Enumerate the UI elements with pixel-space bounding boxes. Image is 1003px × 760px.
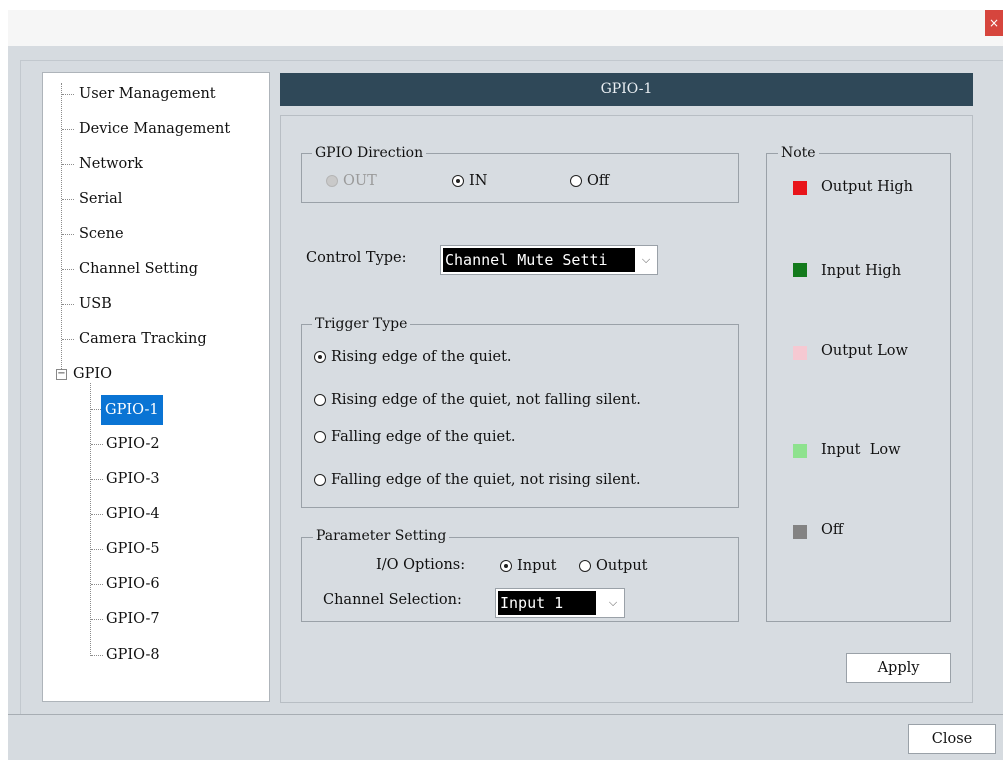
note-title: Note [778,145,819,161]
tree-connector [90,383,91,656]
output-high-swatch [793,181,807,195]
window-titlebar [8,10,1003,46]
tree-item-gpio-5[interactable]: GPIO-5 [106,538,160,560]
radio-checked-icon [500,560,512,572]
tree-item-camera-tracking[interactable]: Camera Tracking [79,328,207,350]
input-high-swatch [793,263,807,277]
tree-item-device-management[interactable]: Device Management [79,118,230,140]
io-options-label: I/O Options: [376,557,466,573]
gpio-direction-title: GPIO Direction [312,145,427,161]
close-button[interactable]: Close [908,724,996,754]
channel-selection-value: Input 1 [498,591,596,615]
direction-out-radio[interactable]: OUT [326,173,377,189]
radio-unchecked-icon [314,431,326,443]
radio-unchecked-icon [579,560,591,572]
trigger-rising-not-falling-radio[interactable]: Rising edge of the quiet, not falling si… [314,392,641,408]
radio-unchecked-icon [314,474,326,486]
divider [20,60,1003,61]
parameter-setting-title: Parameter Setting [313,528,450,544]
radio-checked-icon [452,175,464,187]
tree-item-gpio-1[interactable]: GPIO-1 [101,395,163,425]
page-title: GPIO-1 [280,73,973,106]
off-swatch [793,525,807,539]
radio-checked-icon [314,351,326,363]
tree-item-gpio-7[interactable]: GPIO-7 [106,608,160,630]
tree-item-gpio-3[interactable]: GPIO-3 [106,468,160,490]
radio-disabled-icon [326,175,338,187]
radio-unchecked-icon [570,175,582,187]
control-type-select[interactable]: Channel Mute Setti ⌵ [440,245,658,275]
tree-item-serial[interactable]: Serial [79,188,122,210]
tree-item-gpio-6[interactable]: GPIO-6 [106,573,160,595]
io-input-radio[interactable]: Input [500,558,557,574]
channel-selection-select[interactable]: Input 1 ⌵ [495,588,625,618]
input-high-label: Input High [821,263,902,279]
trigger-falling-radio[interactable]: Falling edge of the quiet. [314,429,516,445]
tree-connector [61,83,62,373]
note-legend-group [766,153,951,622]
input-low-label: Input Low [821,442,901,458]
chevron-down-icon: ⌵ [641,253,651,266]
input-low-swatch [793,444,807,458]
trigger-rising-radio[interactable]: Rising edge of the quiet. [314,349,512,365]
channel-selection-label: Channel Selection: [323,592,462,608]
output-high-label: Output High [821,179,914,195]
apply-button[interactable]: Apply [846,653,951,683]
control-type-value: Channel Mute Setti [443,248,635,272]
window-close-icon[interactable]: × [985,10,1003,36]
tree-item-user-management[interactable]: User Management [79,83,216,105]
tree-item-gpio-8[interactable]: GPIO-8 [106,644,160,666]
output-low-swatch [793,346,807,360]
control-type-label: Control Type: [306,250,407,266]
tree-item-gpio-2[interactable]: GPIO-2 [106,433,160,455]
tree-item-usb[interactable]: USB [79,293,112,315]
output-low-label: Output Low [821,343,908,359]
tree-item-network[interactable]: Network [79,153,143,175]
tree-item-gpio[interactable]: GPIO [73,363,112,385]
direction-off-radio[interactable]: Off [570,173,609,189]
tree-item-scene[interactable]: Scene [79,223,124,245]
divider [20,60,21,715]
io-output-radio[interactable]: Output [579,558,648,574]
trigger-type-title: Trigger Type [312,316,411,332]
off-label: Off [821,522,844,538]
direction-in-radio[interactable]: IN [452,173,487,189]
tree-item-gpio-4[interactable]: GPIO-4 [106,503,160,525]
divider [8,714,1003,715]
minus-box-icon[interactable]: − [56,369,67,380]
trigger-falling-not-rising-radio[interactable]: Falling edge of the quiet, not rising si… [314,472,641,488]
settings-tree: User Management Device Management Networ… [42,72,270,702]
chevron-down-icon: ⌵ [608,596,618,609]
radio-unchecked-icon [314,394,326,406]
tree-item-channel-setting[interactable]: Channel Setting [79,258,198,280]
